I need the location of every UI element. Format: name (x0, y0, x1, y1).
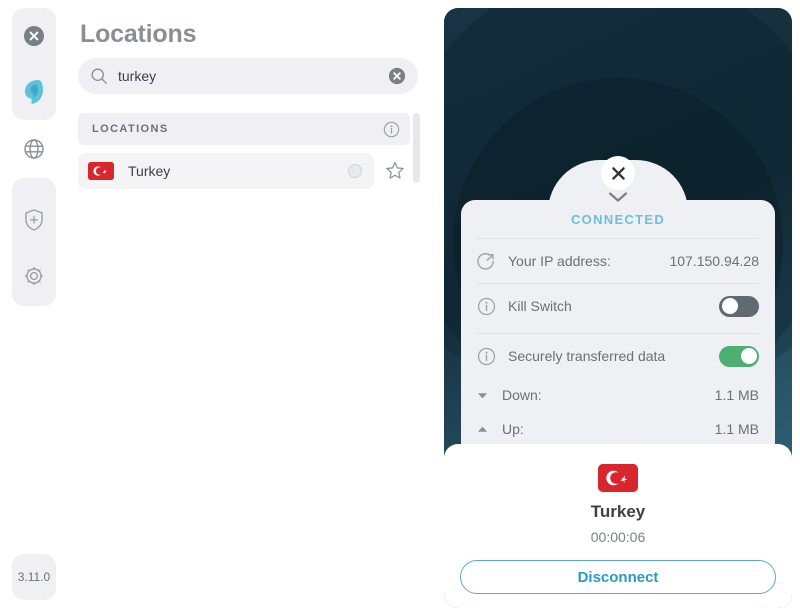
turkey-flag-icon (598, 464, 638, 492)
detail-label: Your IP address: (508, 253, 611, 269)
sidebar-item-close[interactable] (12, 8, 56, 64)
search-bar[interactable] (78, 58, 418, 94)
disconnect-close-button[interactable] (601, 156, 635, 190)
close-icon (611, 166, 625, 180)
chevron-down-icon[interactable] (607, 190, 629, 204)
sidebar-item-logo[interactable] (12, 64, 56, 120)
locations-header-label: LOCATIONS (92, 123, 169, 135)
sidebar-item-locations[interactable] (12, 120, 56, 178)
globe-icon (24, 139, 44, 159)
locations-pane: Locations LOCATIONS (66, 0, 432, 616)
load-circle-icon[interactable] (348, 164, 362, 178)
detail-row-kill-switch: Kill Switch (477, 283, 759, 328)
connected-country: Turkey (590, 502, 646, 521)
detail-row-ip: Your IP address: 107.150.94.28 (477, 238, 759, 283)
toggle-knob (740, 348, 757, 364)
connection-timer: 00:00:06 (590, 529, 646, 545)
search-input[interactable] (118, 68, 388, 84)
close-icon (24, 26, 44, 46)
detail-row-up: Up: 1.1 MB (477, 412, 759, 446)
current-connection-card: Turkey 00:00:06 Disconnect (444, 444, 792, 608)
detail-row-down: Down: 1.1 MB (477, 378, 759, 412)
connection-details-card: CONNECTED Your IP address: 107.150.94.28… (461, 156, 775, 450)
triangle-down-icon (477, 392, 488, 398)
list-item[interactable]: Turkey (78, 153, 374, 189)
info-icon[interactable] (383, 121, 400, 138)
detail-label: Securely transferred data (508, 348, 666, 364)
secure-data-toggle[interactable] (719, 345, 759, 367)
app-version: 3.11.0 (17, 570, 51, 584)
list-item-label: Turkey (128, 163, 171, 179)
detail-label: Kill Switch (508, 298, 572, 314)
info-icon[interactable] (477, 347, 496, 366)
search-icon (91, 68, 107, 84)
triangle-up-icon (477, 426, 488, 432)
locations-list-header: LOCATIONS (78, 113, 410, 145)
detail-label: Down: (502, 387, 542, 403)
detail-label: Up: (502, 421, 524, 437)
list-scrollbar[interactable] (413, 113, 420, 183)
sidebar: 3.11.0 (12, 8, 56, 608)
toggle-knob (721, 298, 738, 314)
surfshark-window: 3.11.0 Locations LOCATIONS (0, 0, 800, 616)
disconnect-button[interactable]: Disconnect (460, 560, 776, 594)
star-icon[interactable] (384, 160, 406, 182)
turkey-flag-icon (88, 162, 114, 180)
page-title: Locations (80, 20, 197, 48)
gear-icon (24, 266, 44, 286)
shield-plus-icon (25, 209, 43, 231)
sidebar-item-settings[interactable] (12, 248, 56, 304)
status-badge: CONNECTED (570, 212, 666, 227)
ip-address-value: 107.150.94.28 (669, 253, 759, 269)
kill-switch-toggle[interactable] (719, 295, 759, 317)
external-link-icon (477, 252, 494, 270)
connection-panel: CONNECTED Your IP address: 107.150.94.28… (444, 8, 792, 608)
clear-icon[interactable] (388, 67, 406, 85)
detail-row-secure-data: Securely transferred data (477, 333, 759, 378)
surfshark-logo-icon (25, 80, 43, 104)
sidebar-item-features[interactable] (12, 192, 56, 248)
down-value: 1.1 MB (714, 387, 759, 403)
info-icon[interactable] (477, 297, 496, 316)
up-value: 1.1 MB (714, 421, 759, 437)
